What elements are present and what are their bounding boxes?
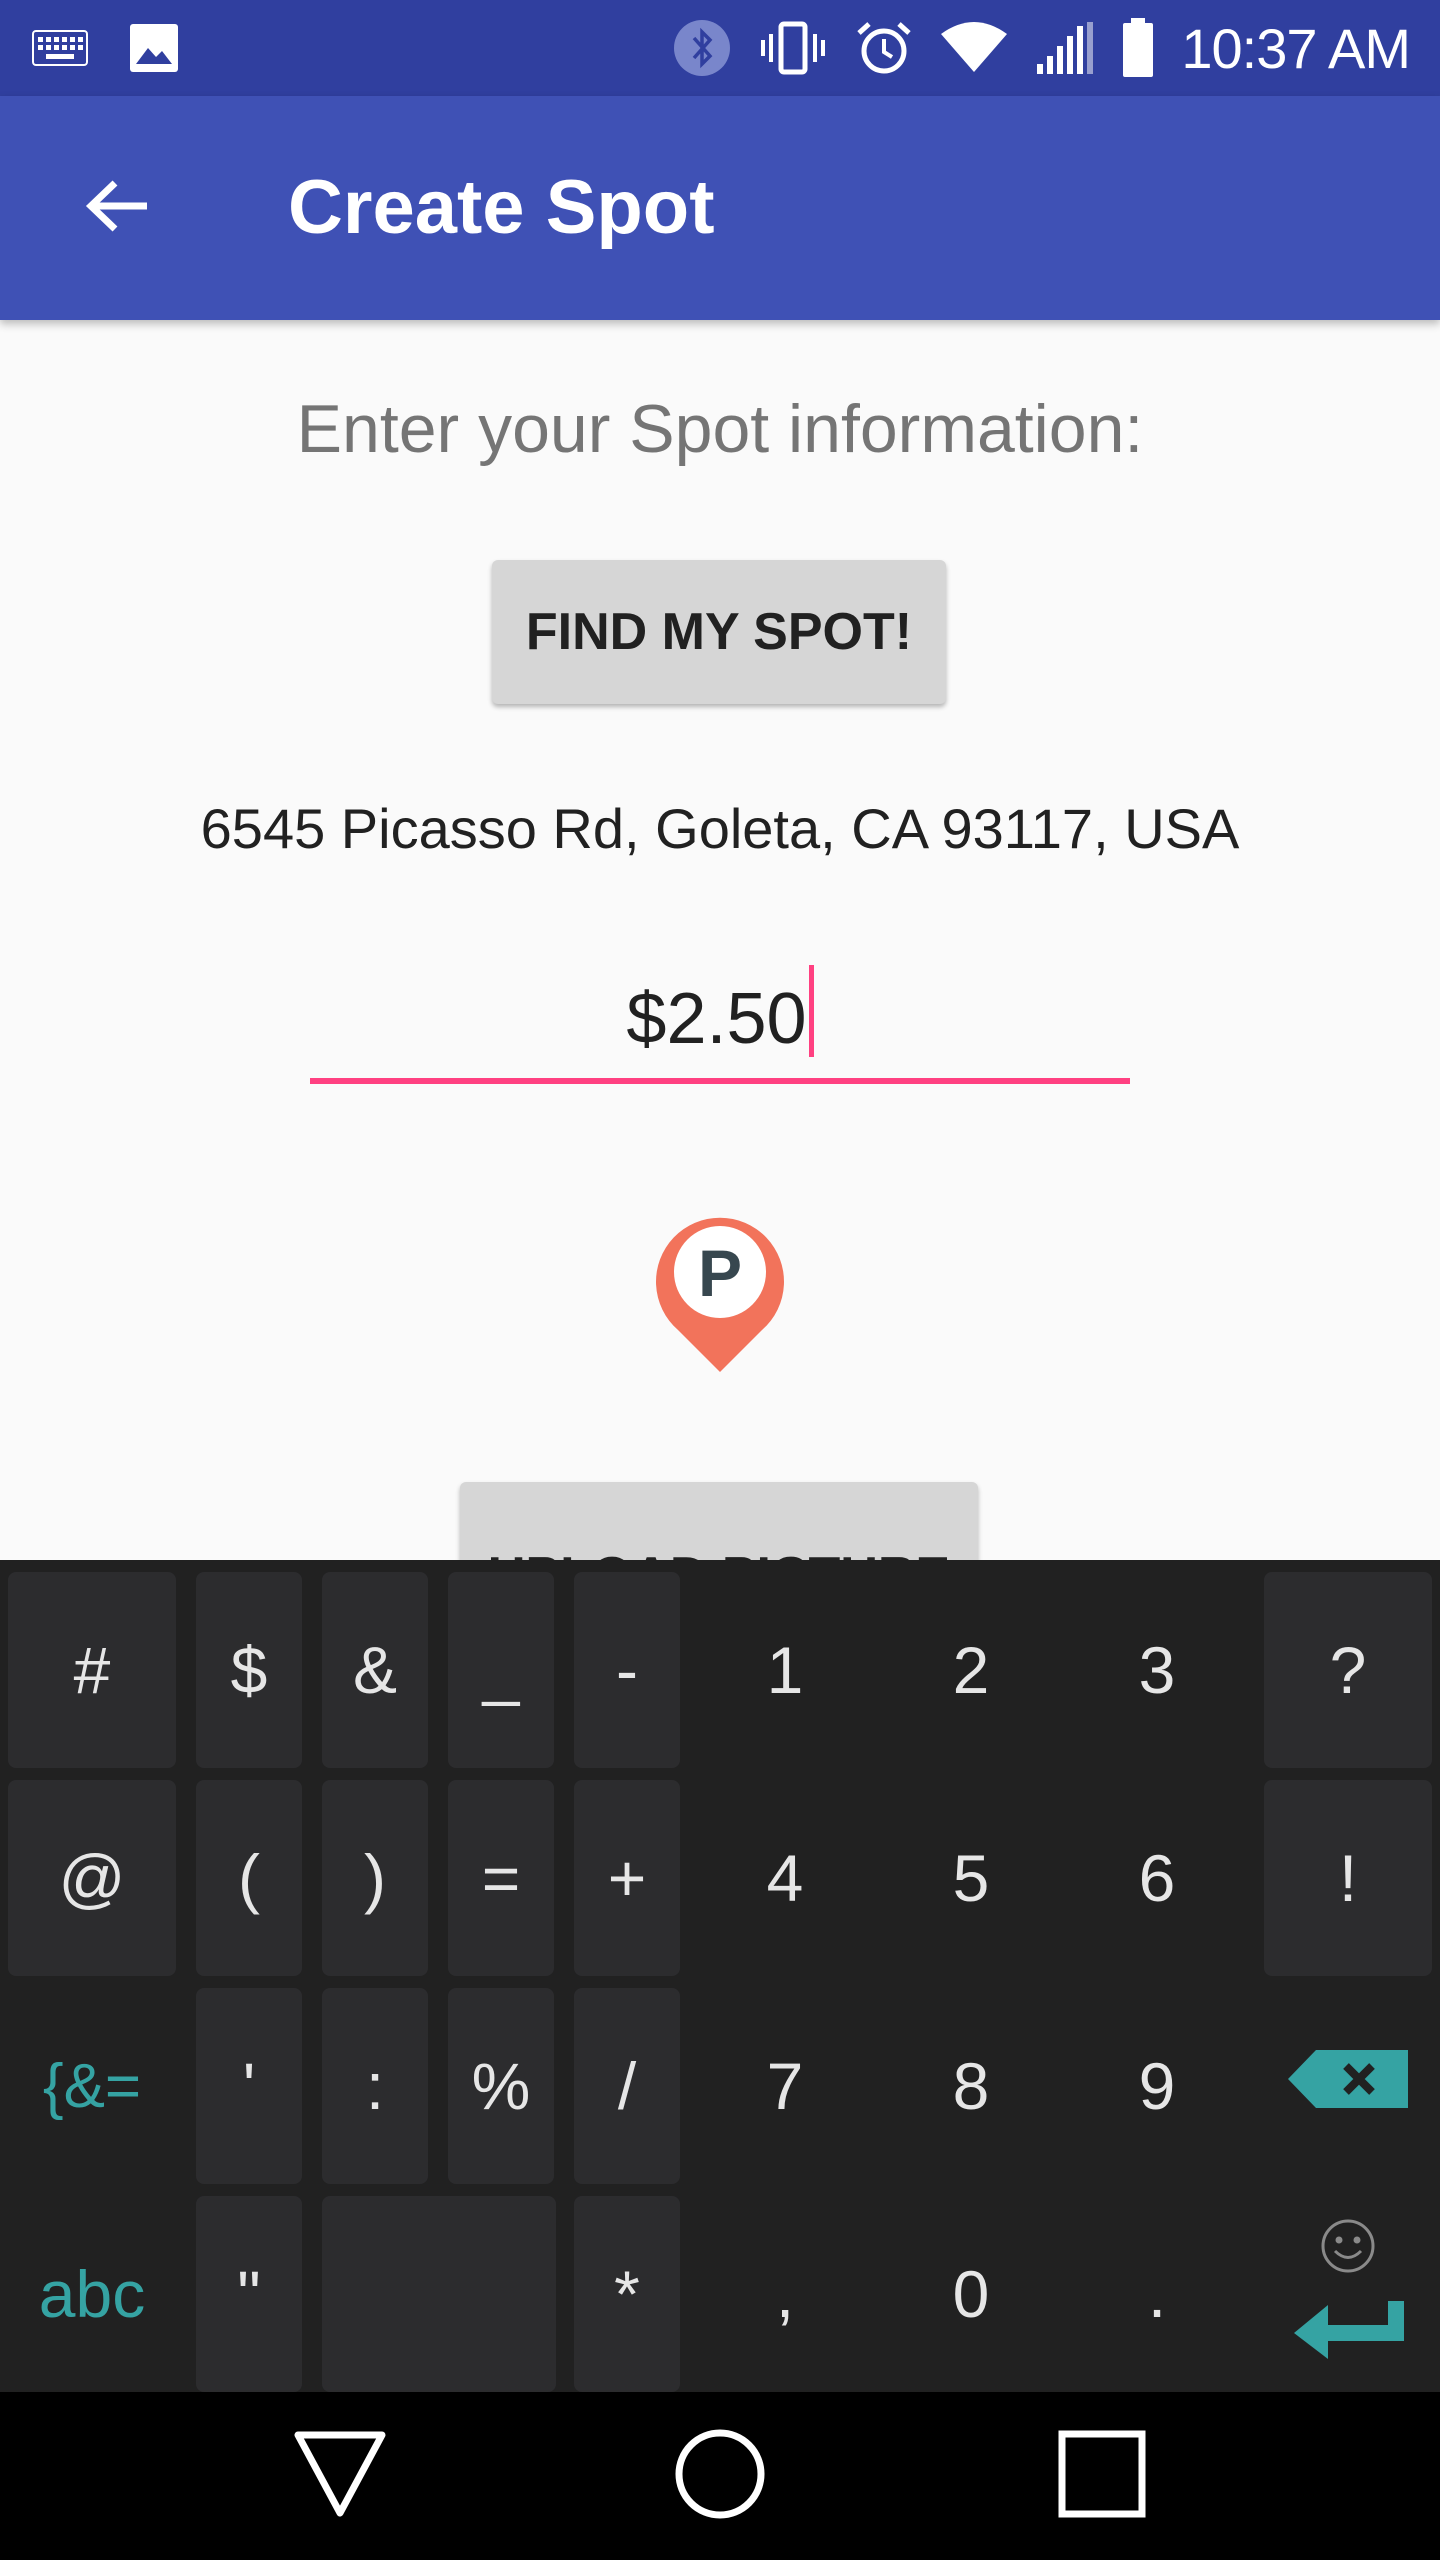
key-7[interactable]: 7 bbox=[700, 1988, 870, 2184]
key-exclamation[interactable]: ! bbox=[1264, 1780, 1432, 1976]
key-double-quote[interactable]: " bbox=[196, 2196, 302, 2392]
recents-square-icon bbox=[1054, 2426, 1150, 2527]
battery-icon bbox=[1121, 18, 1155, 78]
home-circle-icon bbox=[672, 2426, 768, 2527]
key-4[interactable]: 4 bbox=[700, 1780, 870, 1976]
back-triangle-icon bbox=[292, 2429, 388, 2524]
app-bar: Create Spot bbox=[0, 96, 1440, 320]
status-bar: 10:37 AM bbox=[0, 0, 1440, 96]
keyboard-icon bbox=[32, 30, 88, 66]
key-6[interactable]: 6 bbox=[1072, 1780, 1242, 1976]
key-more-symbols[interactable]: {&= bbox=[8, 1988, 176, 2184]
enter-key[interactable] bbox=[1264, 2196, 1432, 2392]
key-plus[interactable]: + bbox=[574, 1780, 680, 1976]
nav-recents-button[interactable] bbox=[1042, 2416, 1162, 2536]
key-equals[interactable]: = bbox=[448, 1780, 554, 1976]
status-left-icons bbox=[32, 20, 180, 76]
back-button[interactable] bbox=[70, 160, 166, 256]
soft-keyboard: # $ & _ - 1 2 3 ? @ ( ) = + 4 5 6 ! {&= … bbox=[0, 1560, 1440, 2392]
key-at[interactable]: @ bbox=[8, 1780, 176, 1976]
address-text: 6545 Picasso Rd, Goleta, CA 93117, USA bbox=[200, 797, 1240, 860]
alarm-icon bbox=[855, 19, 913, 77]
key-abc[interactable]: abc bbox=[8, 2196, 176, 2392]
key-8[interactable]: 8 bbox=[886, 1988, 1056, 2184]
upload-picture-button[interactable]: UPLOAD PICTURE bbox=[460, 1482, 978, 1560]
text-cursor bbox=[808, 965, 814, 1057]
nav-home-button[interactable] bbox=[660, 2416, 780, 2536]
key-2[interactable]: 2 bbox=[886, 1572, 1056, 1768]
key-1[interactable]: 1 bbox=[700, 1572, 870, 1768]
key-left-paren[interactable]: ( bbox=[196, 1780, 302, 1976]
form-prompt: Enter your Spot information: bbox=[296, 391, 1144, 467]
emoji-icon bbox=[1320, 2213, 1376, 2289]
key-percent[interactable]: % bbox=[448, 1988, 554, 2184]
key-right-paren[interactable]: ) bbox=[322, 1780, 428, 1976]
pin-letter: P bbox=[698, 1236, 742, 1310]
key-dollar[interactable]: $ bbox=[196, 1572, 302, 1768]
key-apostrophe[interactable]: ' bbox=[196, 1988, 302, 2184]
wifi-icon bbox=[939, 20, 1009, 76]
enter-icon bbox=[1292, 2299, 1404, 2376]
arrow-back-icon bbox=[83, 171, 153, 246]
status-right-icons: 10:37 AM bbox=[673, 14, 1411, 82]
key-3[interactable]: 3 bbox=[1072, 1572, 1242, 1768]
backspace-icon bbox=[1286, 2048, 1410, 2125]
find-my-spot-button[interactable]: FIND MY SPOT! bbox=[492, 560, 946, 704]
key-ampersand[interactable]: & bbox=[322, 1572, 428, 1768]
key-period[interactable]: . bbox=[1072, 2196, 1242, 2392]
key-colon[interactable]: : bbox=[322, 1988, 428, 2184]
key-asterisk[interactable]: * bbox=[574, 2196, 680, 2392]
signal-icon bbox=[1035, 20, 1095, 76]
key-slash[interactable]: / bbox=[574, 1988, 680, 2184]
parking-pin-icon: P bbox=[648, 1200, 792, 1376]
key-question[interactable]: ? bbox=[1264, 1572, 1432, 1768]
vibrate-icon bbox=[757, 20, 829, 76]
key-hyphen[interactable]: - bbox=[574, 1572, 680, 1768]
page-title: Create Spot bbox=[288, 165, 715, 250]
key-0[interactable]: 0 bbox=[886, 2196, 1056, 2392]
create-spot-form: Enter your Spot information: FIND MY SPO… bbox=[0, 320, 1440, 1560]
key-comma[interactable]: , bbox=[700, 2196, 870, 2392]
price-value: $2.50 bbox=[626, 979, 807, 1059]
key-underscore[interactable]: _ bbox=[448, 1572, 554, 1768]
status-time: 10:37 AM bbox=[1181, 16, 1411, 80]
bluetooth-icon bbox=[673, 19, 731, 77]
key-5[interactable]: 5 bbox=[886, 1780, 1056, 1976]
nav-back-button[interactable] bbox=[280, 2416, 400, 2536]
space-key[interactable] bbox=[322, 2196, 556, 2392]
system-nav-bar bbox=[0, 2392, 1440, 2560]
image-icon bbox=[128, 22, 180, 74]
key-hash[interactable]: # bbox=[8, 1572, 176, 1768]
backspace-key[interactable] bbox=[1264, 1988, 1432, 2184]
key-9[interactable]: 9 bbox=[1072, 1988, 1242, 2184]
price-input[interactable]: $2.50 bbox=[310, 960, 1130, 1084]
